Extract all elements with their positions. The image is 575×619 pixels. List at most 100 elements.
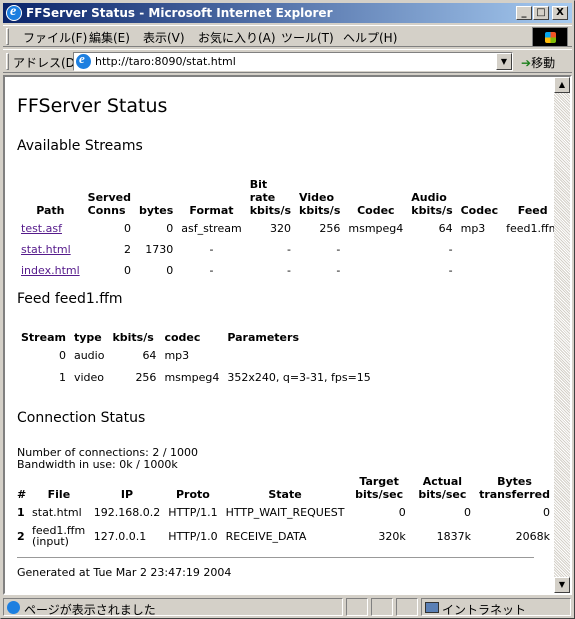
table-cell: 2: [17, 529, 25, 543]
table-row: 0 audio 64 mp3: [17, 344, 375, 367]
table-cell: msmpeg4: [348, 221, 404, 235]
column-header: Format: [189, 204, 234, 217]
chevron-down-icon[interactable]: ▼: [496, 53, 512, 70]
table-cell: 2: [123, 243, 131, 256]
column-header: Path: [36, 204, 65, 217]
column-header: type: [73, 331, 102, 344]
table-cell: 320k: [378, 529, 406, 543]
table-row: 2 feed1.ffm (input) 127.0.0.1 HTTP/1.0 RE…: [17, 523, 554, 549]
table-cell: 320: [270, 221, 292, 235]
table-cell: 0: [166, 221, 174, 235]
table-row: 1 stat.html 192.168.0.2 HTTP/1.1 HTTP_WA…: [17, 501, 554, 523]
menu-help[interactable]: ヘルプ(H): [343, 29, 397, 46]
feed-table: Stream type kbits/s codec Parameters 0 a…: [17, 330, 375, 387]
content-frame: FFServer Status Available Streams Path S…: [3, 75, 572, 595]
generated-timestamp: Generated at Tue Mar 2 23:47:19 2004: [17, 566, 232, 579]
scroll-down-icon[interactable]: ▼: [554, 577, 570, 593]
table-cell: 0: [398, 505, 406, 519]
column-header: Bit rate kbits/s: [249, 178, 292, 217]
column-header: Stream: [21, 331, 66, 344]
window-title: FFServer Status - Microsoft Internet Exp…: [26, 6, 333, 20]
address-label: アドレス(D): [13, 56, 80, 70]
table-cell: feed1.ffm: [506, 221, 554, 235]
menu-bar: ファイル(F) 編集(E) 表示(V) お気に入り(A) ツール(T) ヘルプ(…: [3, 25, 572, 47]
table-cell: -: [448, 243, 453, 256]
table-row: index.html 0 0 - - - -: [17, 260, 554, 281]
table-header-row: # File IP Proto State Target bits/sec Ac…: [17, 475, 554, 501]
table-cell: -: [336, 243, 341, 256]
table-cell: -: [287, 243, 292, 256]
toolbar-grip[interactable]: [6, 53, 9, 70]
menu-favorites[interactable]: お気に入り(A): [198, 29, 276, 46]
table-cell: 127.0.0.1: [93, 529, 147, 543]
table-cell: -: [209, 264, 214, 277]
table-cell: -: [336, 264, 341, 277]
menu-tools[interactable]: ツール(T): [281, 29, 334, 46]
table-cell: asf_stream: [181, 221, 242, 235]
intranet-icon: [425, 602, 439, 613]
table-cell: HTTP_WAIT_REQUEST: [225, 505, 345, 519]
address-bar: アドレス(D) http://taro:8090/stat.html ▼ ➔移動: [3, 49, 572, 73]
table-cell: [223, 344, 374, 367]
table-cell: [502, 260, 554, 281]
streams-table: Path Served Conns bytes Format Bit rate …: [17, 178, 554, 281]
table-cell: 0: [58, 349, 66, 362]
table-cell: 64: [142, 349, 157, 362]
column-header: codec: [164, 331, 201, 344]
browser-window: FFServer Status - Microsoft Internet Exp…: [0, 0, 575, 619]
table-cell: [344, 260, 407, 281]
menu-edit[interactable]: 編集(E): [89, 29, 130, 46]
connection-file-note: (input): [32, 535, 69, 548]
page-content: FFServer Status Available Streams Path S…: [5, 77, 554, 593]
column-header: IP: [120, 488, 134, 501]
column-header: Served Conns: [87, 191, 131, 217]
column-header: Codec: [460, 204, 499, 217]
table-cell: feed1.ffm (input): [28, 523, 90, 549]
table-cell: msmpeg4: [164, 370, 220, 384]
table-cell: 352x240, q=3-31, fps=15: [227, 370, 371, 384]
column-header: Feed: [517, 204, 548, 217]
connection-heading: Connection Status: [17, 410, 146, 426]
table-cell: 256: [135, 370, 157, 384]
table-cell: mp3: [460, 221, 486, 235]
column-header: Bytes transferred: [479, 475, 550, 501]
menu-view[interactable]: 表示(V): [143, 29, 185, 46]
table-cell: [344, 239, 407, 260]
table-row: stat.html 2 1730 - - - -: [17, 239, 554, 260]
zone-label: イントラネット: [442, 603, 527, 617]
go-button[interactable]: ➔移動: [521, 54, 555, 71]
table-cell: 64: [438, 221, 453, 235]
status-message: ページが表示されました: [24, 603, 156, 617]
title-bar[interactable]: FFServer Status - Microsoft Internet Exp…: [3, 3, 572, 23]
stream-link[interactable]: stat.html: [21, 243, 71, 256]
connections-table: # File IP Proto State Target bits/sec Ac…: [17, 475, 554, 549]
address-input[interactable]: http://taro:8090/stat.html ▼: [73, 51, 513, 71]
connection-file: stat.html: [32, 505, 82, 519]
column-header: State: [268, 488, 302, 501]
stream-link[interactable]: test.asf: [21, 222, 62, 235]
table-cell: mp3: [164, 349, 190, 362]
close-button[interactable]: X: [552, 6, 568, 20]
table-row: test.asf 0 0 asf_stream 320 256 msmpeg4 …: [17, 217, 554, 239]
page-icon: [76, 51, 91, 69]
zone-panel: イントラネット: [421, 598, 571, 617]
table-cell: 0: [464, 505, 472, 519]
vertical-scrollbar[interactable]: ▲ ▼: [554, 77, 570, 593]
stream-link[interactable]: index.html: [21, 264, 80, 277]
table-cell: 2068k: [515, 529, 550, 543]
table-cell: 1: [58, 370, 66, 384]
table-cell: HTTP/1.1: [168, 505, 218, 519]
table-cell: 192.168.0.2: [93, 505, 161, 519]
column-header: Codec: [357, 204, 395, 217]
column-header: Actual bits/sec: [418, 475, 467, 501]
maximize-button[interactable]: □: [533, 6, 549, 20]
table-cell: 0: [543, 505, 550, 519]
menu-file[interactable]: ファイル(F): [23, 29, 87, 46]
table-cell: -: [209, 243, 214, 256]
column-header: Target bits/sec: [355, 475, 404, 501]
toolbar-grip[interactable]: [6, 28, 9, 45]
scroll-up-icon[interactable]: ▲: [554, 77, 570, 93]
divider: [17, 557, 534, 558]
column-header: kbits/s: [112, 331, 154, 344]
minimize-button[interactable]: _: [516, 6, 532, 20]
